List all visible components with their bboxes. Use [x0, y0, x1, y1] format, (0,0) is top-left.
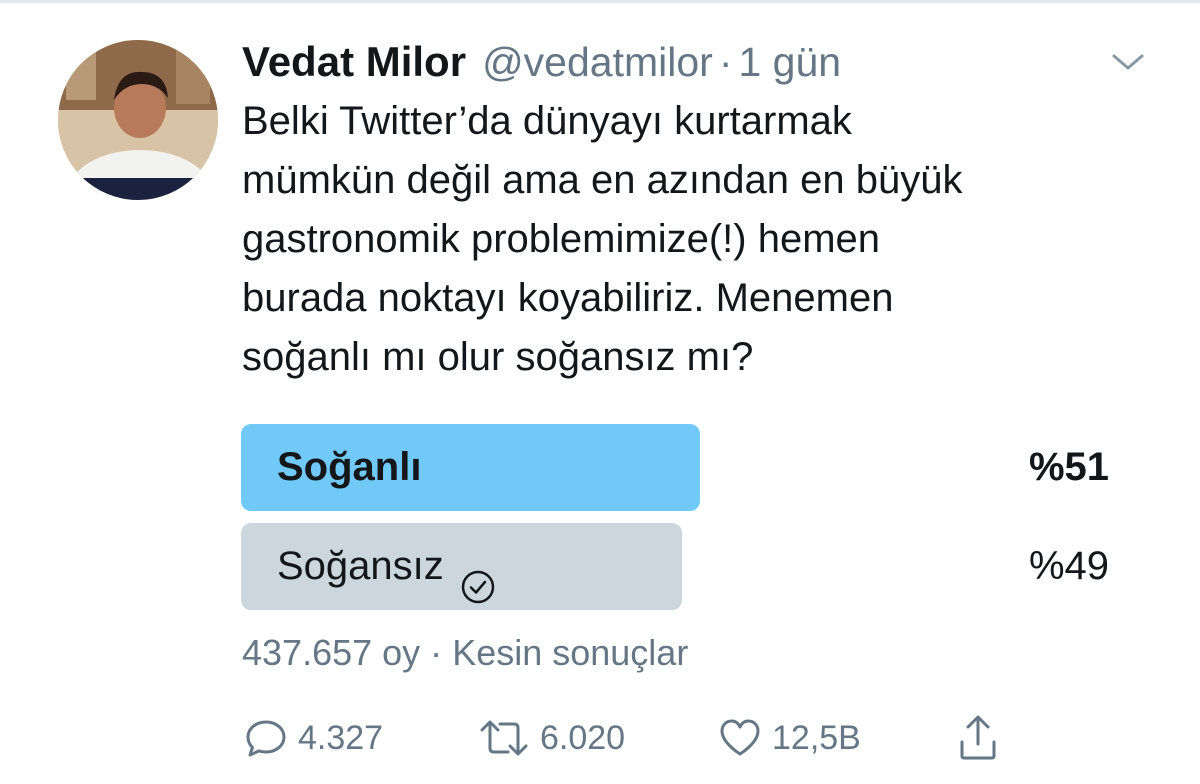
poll-option-percent: %49	[1028, 544, 1109, 588]
poll-option-label: Soğanlı	[277, 445, 422, 489]
retweet-button[interactable]: 6.020	[476, 712, 625, 764]
checkmark-circle-icon	[460, 549, 496, 603]
top-divider	[0, 0, 1200, 3]
poll-meta-separator: ·	[430, 632, 443, 673]
poll-option-2[interactable]: Soğansız %49	[241, 523, 1109, 610]
like-button[interactable]: 12,5B	[716, 712, 861, 764]
retweet-arrows-icon	[476, 714, 532, 762]
chevron-down-icon[interactable]	[1110, 50, 1146, 74]
poll-status: Kesin sonuçlar	[452, 632, 689, 673]
tweet-timestamp[interactable]: 1 gün	[738, 39, 841, 86]
poll-option-label: Soğansız	[277, 544, 444, 588]
author-name[interactable]: Vedat Milor	[242, 38, 466, 86]
author-handle[interactable]: @vedatmilor	[482, 39, 713, 86]
share-button[interactable]	[954, 712, 1002, 764]
reply-count: 4.327	[298, 718, 384, 757]
heart-icon	[716, 714, 764, 762]
reply-button[interactable]: 4.327	[242, 712, 383, 764]
avatar[interactable]	[58, 40, 218, 200]
poll-option-percent: %51	[1028, 445, 1109, 489]
header-separator: ·	[718, 39, 733, 85]
poll-vote-count: 437.657 oy	[242, 632, 421, 673]
tweet-text: Belki Twitter’da dünyayı kurtarmak mümkü…	[242, 99, 963, 379]
poll-meta: 437.657 oy · Kesin sonuçlar	[242, 632, 688, 674]
poll-option-1[interactable]: Soğanlı %51	[241, 424, 1109, 511]
tweet-actions: 4.327 6.020 12,5B	[242, 712, 1112, 764]
like-count: 12,5B	[772, 718, 861, 757]
speech-bubble-icon	[242, 714, 290, 762]
avatar-photo	[58, 40, 218, 200]
tweet-header: Vedat Milor @vedatmilor · 1 gün	[242, 38, 841, 86]
retweet-count: 6.020	[540, 718, 626, 757]
share-upload-icon	[954, 712, 1002, 764]
